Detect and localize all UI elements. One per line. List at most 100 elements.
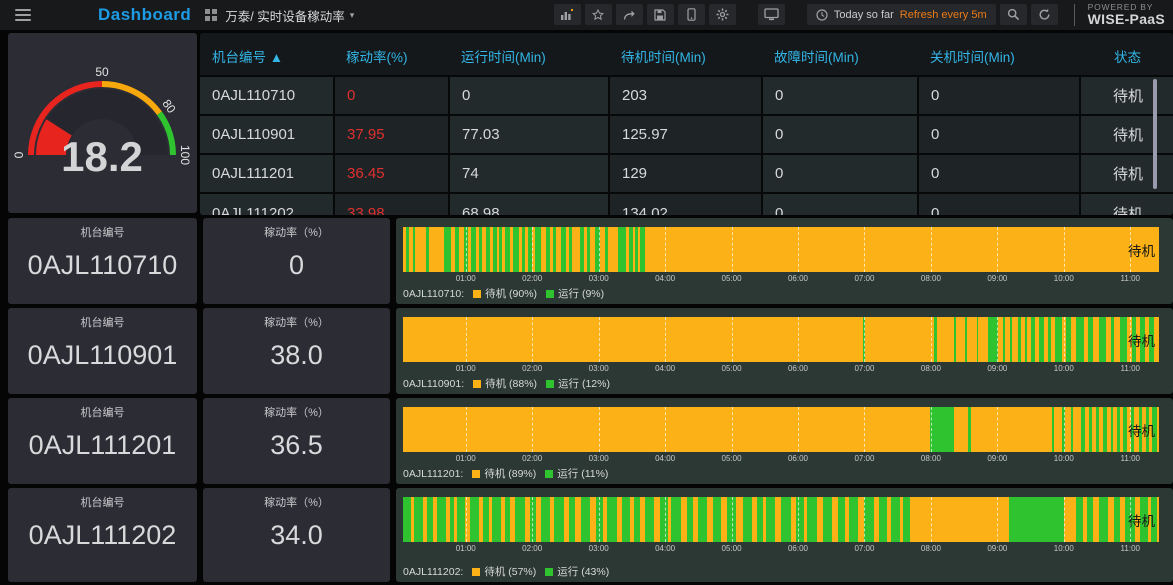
table-header-row: 机台编号 ▲ 稼动率(%) 运行时间(Min) 待机时间(Min) 故障时间(M… — [200, 33, 1173, 76]
panel-title[interactable]: 稼动率（%） — [203, 494, 390, 510]
state-timeline-bar[interactable]: 待机 — [403, 317, 1159, 362]
time-axis: 01:00 02:00 03:00 04:00 05:00 06:00 07:00 08:00… — [455, 454, 1140, 463]
col-status[interactable]: 状态 — [1080, 33, 1173, 76]
machine-id-panel: 机台编号 0AJL111202 — [8, 488, 197, 582]
menu-icon[interactable] — [8, 0, 38, 30]
chevron-down-icon[interactable]: ▾ — [350, 10, 355, 21]
panel-title[interactable]: 机台编号 — [8, 404, 197, 420]
save-button[interactable] — [646, 4, 674, 26]
cell-idle: 134.02 — [609, 192, 763, 215]
cell-machine-id: 0AJL111202 — [200, 192, 335, 215]
save-icon — [654, 9, 666, 21]
panel-title[interactable]: 机台编号 — [8, 494, 197, 510]
availability-gauge: 0508010018.2 — [12, 65, 192, 180]
gauge-panel[interactable]: 0 50 80 100 18.2 — [8, 33, 197, 213]
panel-title[interactable]: 稼动率（%） — [203, 314, 390, 330]
time-range-picker[interactable]: Today so far Refresh every 5m — [806, 4, 996, 26]
legend-run[interactable]: 运行 (11%) — [557, 466, 608, 481]
svg-text:100: 100 — [178, 145, 192, 165]
machine-id-value: 0AJL110710 — [27, 250, 178, 280]
time-axis: 01:00 02:00 03:00 04:00 05:00 06:00 07:00 08:00… — [455, 364, 1140, 373]
cell-fault: 0 — [762, 153, 919, 193]
rate-panel: 稼动率（%） 38.0 — [203, 308, 390, 394]
time-axis: 01:00 02:00 03:00 04:00 05:00 06:00 07:00 08:00… — [455, 544, 1140, 553]
time-axis: 01:00 02:00 03:00 04:00 05:00 06:00 07:00 08:00… — [455, 274, 1140, 283]
state-timeline-bar[interactable]: 待机 — [403, 407, 1159, 452]
col-idle-time[interactable]: 待机时间(Min) — [609, 33, 762, 76]
current-state-label: 待机 — [1128, 243, 1155, 259]
machine-id-value: 0AJL111201 — [28, 430, 177, 460]
cell-status: 待机 — [1080, 114, 1173, 154]
legend-run[interactable]: 运行 (43%) — [557, 564, 609, 579]
timeline-panel: 待机 01:00 02:00 03:00 04:00 05:00 06:00 07:00 08… — [396, 218, 1173, 304]
machine-id-panel: 机台编号 0AJL110901 — [8, 308, 197, 394]
rate-value: 36.5 — [270, 430, 323, 460]
cell-rate: 33.98 — [334, 192, 450, 215]
cell-idle: 125.97 — [609, 114, 763, 154]
col-run-time[interactable]: 运行时间(Min) — [449, 33, 609, 76]
timeline-panel: 待机 01:00 02:00 03:00 04:00 05:00 06:00 07:00 08… — [396, 488, 1173, 582]
panel-title[interactable]: 稼动率（%） — [203, 224, 390, 240]
timeline-legend: 0AJL110710: 待机 (90%) 运行 (9%) — [403, 286, 604, 301]
add-panel-button[interactable] — [553, 4, 581, 26]
state-timeline-bar[interactable]: 待机 — [403, 227, 1159, 272]
share-icon — [623, 10, 635, 20]
current-state-label: 待机 — [1128, 333, 1155, 349]
timeline-legend: 0AJL111202: 待机 (57%) 运行 (43%) — [403, 564, 609, 579]
col-machine-id[interactable]: 机台编号 ▲ — [200, 33, 334, 76]
rate-panel: 稼动率（%） 0 — [203, 218, 390, 304]
refresh-interval-label: Refresh every 5m — [899, 8, 987, 21]
app-logo[interactable]: Dashboard — [98, 5, 191, 25]
svg-text:50: 50 — [95, 65, 109, 79]
legend-idle[interactable]: 待机 (88%) — [485, 376, 537, 391]
legend-run[interactable]: 运行 (9%) — [558, 286, 604, 301]
col-fault-time[interactable]: 故障时间(Min) — [762, 33, 918, 76]
legend-idle[interactable]: 待机 (90%) — [485, 286, 537, 301]
mobile-view-button[interactable] — [677, 4, 705, 26]
cell-machine-id: 0AJL110901 — [200, 114, 335, 154]
cell-run: 77.03 — [449, 114, 610, 154]
current-state-label: 待机 — [1128, 423, 1155, 439]
timeline-legend: 0AJL110901: 待机 (88%) 运行 (12%) — [403, 376, 610, 391]
wise-paas-logo: WISE-PaaS — [1087, 11, 1165, 28]
col-rate[interactable]: 稼动率(%) — [334, 33, 449, 76]
refresh-button[interactable] — [1030, 4, 1058, 26]
panel-title[interactable]: 机台编号 — [8, 314, 197, 330]
rate-panel: 稼动率（%） 34.0 — [203, 488, 390, 582]
idle-color-swatch — [473, 289, 482, 298]
panel-title[interactable]: 机台编号 — [8, 224, 197, 240]
star-button[interactable] — [584, 4, 612, 26]
cell-status: 待机 — [1080, 192, 1173, 215]
dashboard-grid-icon[interactable] — [205, 9, 218, 21]
panel-title[interactable]: 稼动率（%） — [203, 404, 390, 420]
add-panel-icon — [561, 8, 574, 20]
star-icon — [592, 8, 605, 21]
legend-machine-id: 0AJL110901: — [403, 377, 465, 390]
svg-text:18.2: 18.2 — [61, 133, 143, 180]
share-button[interactable] — [615, 4, 643, 26]
breadcrumb[interactable]: 万泰/ 实时设备稼动率 — [225, 6, 344, 25]
idle-color-swatch — [472, 567, 481, 576]
legend-idle[interactable]: 待机 (89%) — [484, 466, 536, 481]
search-button[interactable] — [999, 4, 1027, 26]
timeline-panel: 待机 01:00 02:00 03:00 04:00 05:00 06:00 07:00 08… — [396, 398, 1173, 484]
cell-rate: 37.95 — [334, 114, 450, 154]
legend-run[interactable]: 运行 (12%) — [558, 376, 610, 391]
cell-status: 待机 — [1080, 75, 1173, 115]
table-row: 0AJL110710 0 0 203 0 0 待机 — [200, 75, 1173, 115]
table-scrollbar[interactable] — [1153, 79, 1157, 189]
run-color-swatch — [546, 379, 555, 388]
legend-idle[interactable]: 待机 (57%) — [484, 564, 536, 579]
rate-value: 0 — [288, 250, 305, 280]
cell-idle: 129 — [609, 153, 763, 193]
settings-button[interactable] — [708, 4, 736, 26]
tv-mode-button[interactable] — [757, 4, 785, 26]
clock-icon — [816, 9, 828, 21]
machine-id-value: 0AJL111202 — [28, 520, 177, 550]
state-timeline-bar[interactable]: 待机 — [403, 497, 1159, 542]
cell-off: 0 — [918, 114, 1081, 154]
top-navbar: Dashboard 万泰/ 实时设备稼动率 ▾ Today so far Ref… — [0, 0, 1173, 30]
col-off-time[interactable]: 关机时间(Min) — [918, 33, 1080, 76]
run-color-swatch — [546, 289, 555, 298]
cell-fault: 0 — [762, 192, 919, 215]
